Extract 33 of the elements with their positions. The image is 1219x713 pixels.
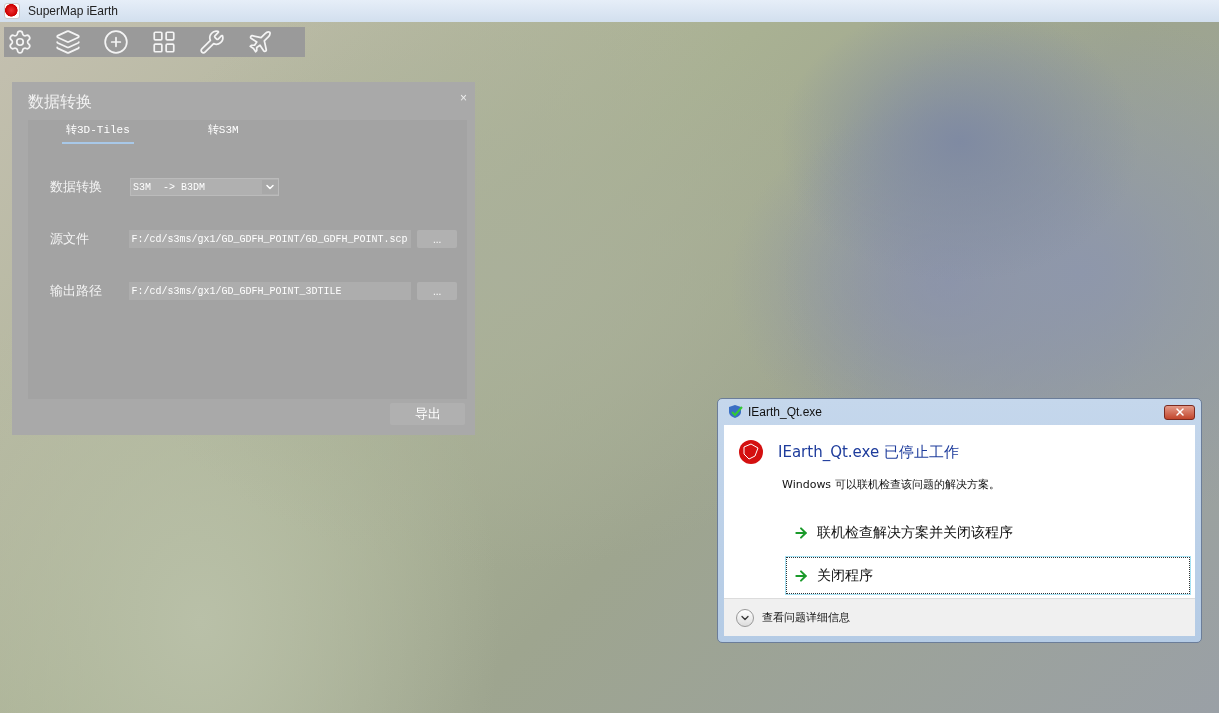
- tab[interactable]: 转3D-Tiles: [62, 122, 134, 144]
- path-field[interactable]: F:/cd/s3ms/gx1/GD_GDFH_POINT_3DTILE: [129, 282, 412, 300]
- arrow-icon: [793, 524, 809, 541]
- window-title: SuperMap iEarth: [28, 4, 119, 18]
- dialog-title: IEarth_Qt.exe: [748, 405, 824, 419]
- layers-icon[interactable]: [55, 29, 81, 55]
- details-link[interactable]: 查看问题详细信息: [762, 610, 850, 625]
- caret-icon: [262, 180, 278, 194]
- wrench-icon[interactable]: [199, 29, 225, 55]
- field-label: 源文件: [50, 230, 90, 248]
- dialog-option[interactable]: 关闭程序: [786, 557, 1190, 594]
- close-icon: [1173, 406, 1186, 418]
- panel-title: 数据转换: [28, 92, 92, 113]
- app-logo-icon: [4, 3, 20, 19]
- settings-icon[interactable]: [7, 29, 33, 55]
- shield-check-icon: [728, 404, 744, 420]
- path-field[interactable]: F:/cd/s3ms/gx1/GD_GDFH_POINT/GD_GDFH_POINT.scp: [129, 230, 412, 248]
- browse-button[interactable]: ...: [417, 282, 457, 300]
- arrow-icon: [793, 567, 809, 584]
- close-button[interactable]: [1164, 404, 1195, 420]
- export-button[interactable]: 导出: [390, 403, 465, 425]
- close-button[interactable]: ×: [460, 92, 467, 104]
- error-heading: IEarth_Qt.exe 已停止工作: [778, 442, 959, 462]
- error-message: Windows 可以联机检查该问题的解决方案。: [782, 477, 1001, 492]
- tab[interactable]: 转S3M: [203, 122, 243, 144]
- conversion-dropdown[interactable]: S3M -> B3DM: [130, 178, 279, 196]
- plane-icon[interactable]: [247, 29, 273, 55]
- add-circle-icon[interactable]: [103, 29, 129, 55]
- expand-button[interactable]: [736, 608, 754, 627]
- browse-button[interactable]: ...: [417, 230, 457, 248]
- grid-icon[interactable]: [151, 29, 177, 55]
- field-label: 数据转换: [50, 178, 103, 196]
- field-label: 输出路径: [50, 282, 103, 300]
